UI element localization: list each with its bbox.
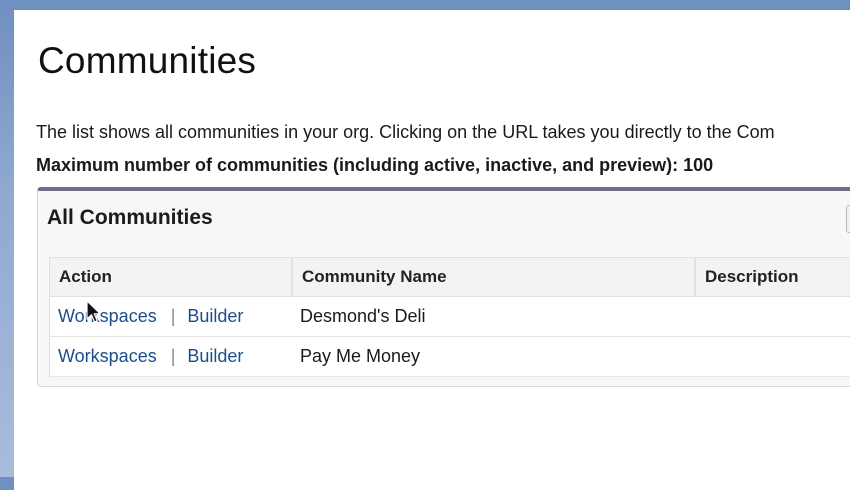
description-cell (695, 337, 850, 377)
description-cell (695, 297, 850, 337)
panel-title: All Communities (47, 206, 213, 230)
table-header-row: Action Community Name Description (50, 258, 850, 297)
link-separator: | (171, 346, 176, 366)
workspaces-link[interactable]: Workspaces (58, 306, 157, 326)
panel-action-button[interactable] (846, 205, 850, 233)
link-separator: | (171, 306, 176, 326)
max-communities-note: Maximum number of communities (including… (36, 155, 713, 176)
table-row: Workspaces | Builder Pay Me Money (50, 337, 850, 377)
column-header-description[interactable]: Description (695, 258, 850, 297)
all-communities-panel: All Communities Action Community Name De… (37, 187, 850, 387)
mouse-pointer-icon (86, 300, 102, 324)
page-title: Communities (38, 40, 256, 82)
action-cell: Workspaces | Builder (50, 337, 293, 377)
community-name-cell: Pay Me Money (292, 337, 695, 377)
page-description: The list shows all communities in your o… (36, 122, 775, 143)
communities-table: Action Community Name Description Worksp… (49, 257, 850, 377)
builder-link[interactable]: Builder (187, 306, 243, 326)
builder-link[interactable]: Builder (187, 346, 243, 366)
communities-page: Communities The list shows all communiti… (14, 10, 850, 490)
community-name-cell: Desmond's Deli (292, 297, 695, 337)
column-header-action[interactable]: Action (50, 258, 293, 297)
table-row: Workspaces | Builder Desmond's Deli (50, 297, 850, 337)
workspaces-link[interactable]: Workspaces (58, 346, 157, 366)
column-header-community-name[interactable]: Community Name (292, 258, 695, 297)
